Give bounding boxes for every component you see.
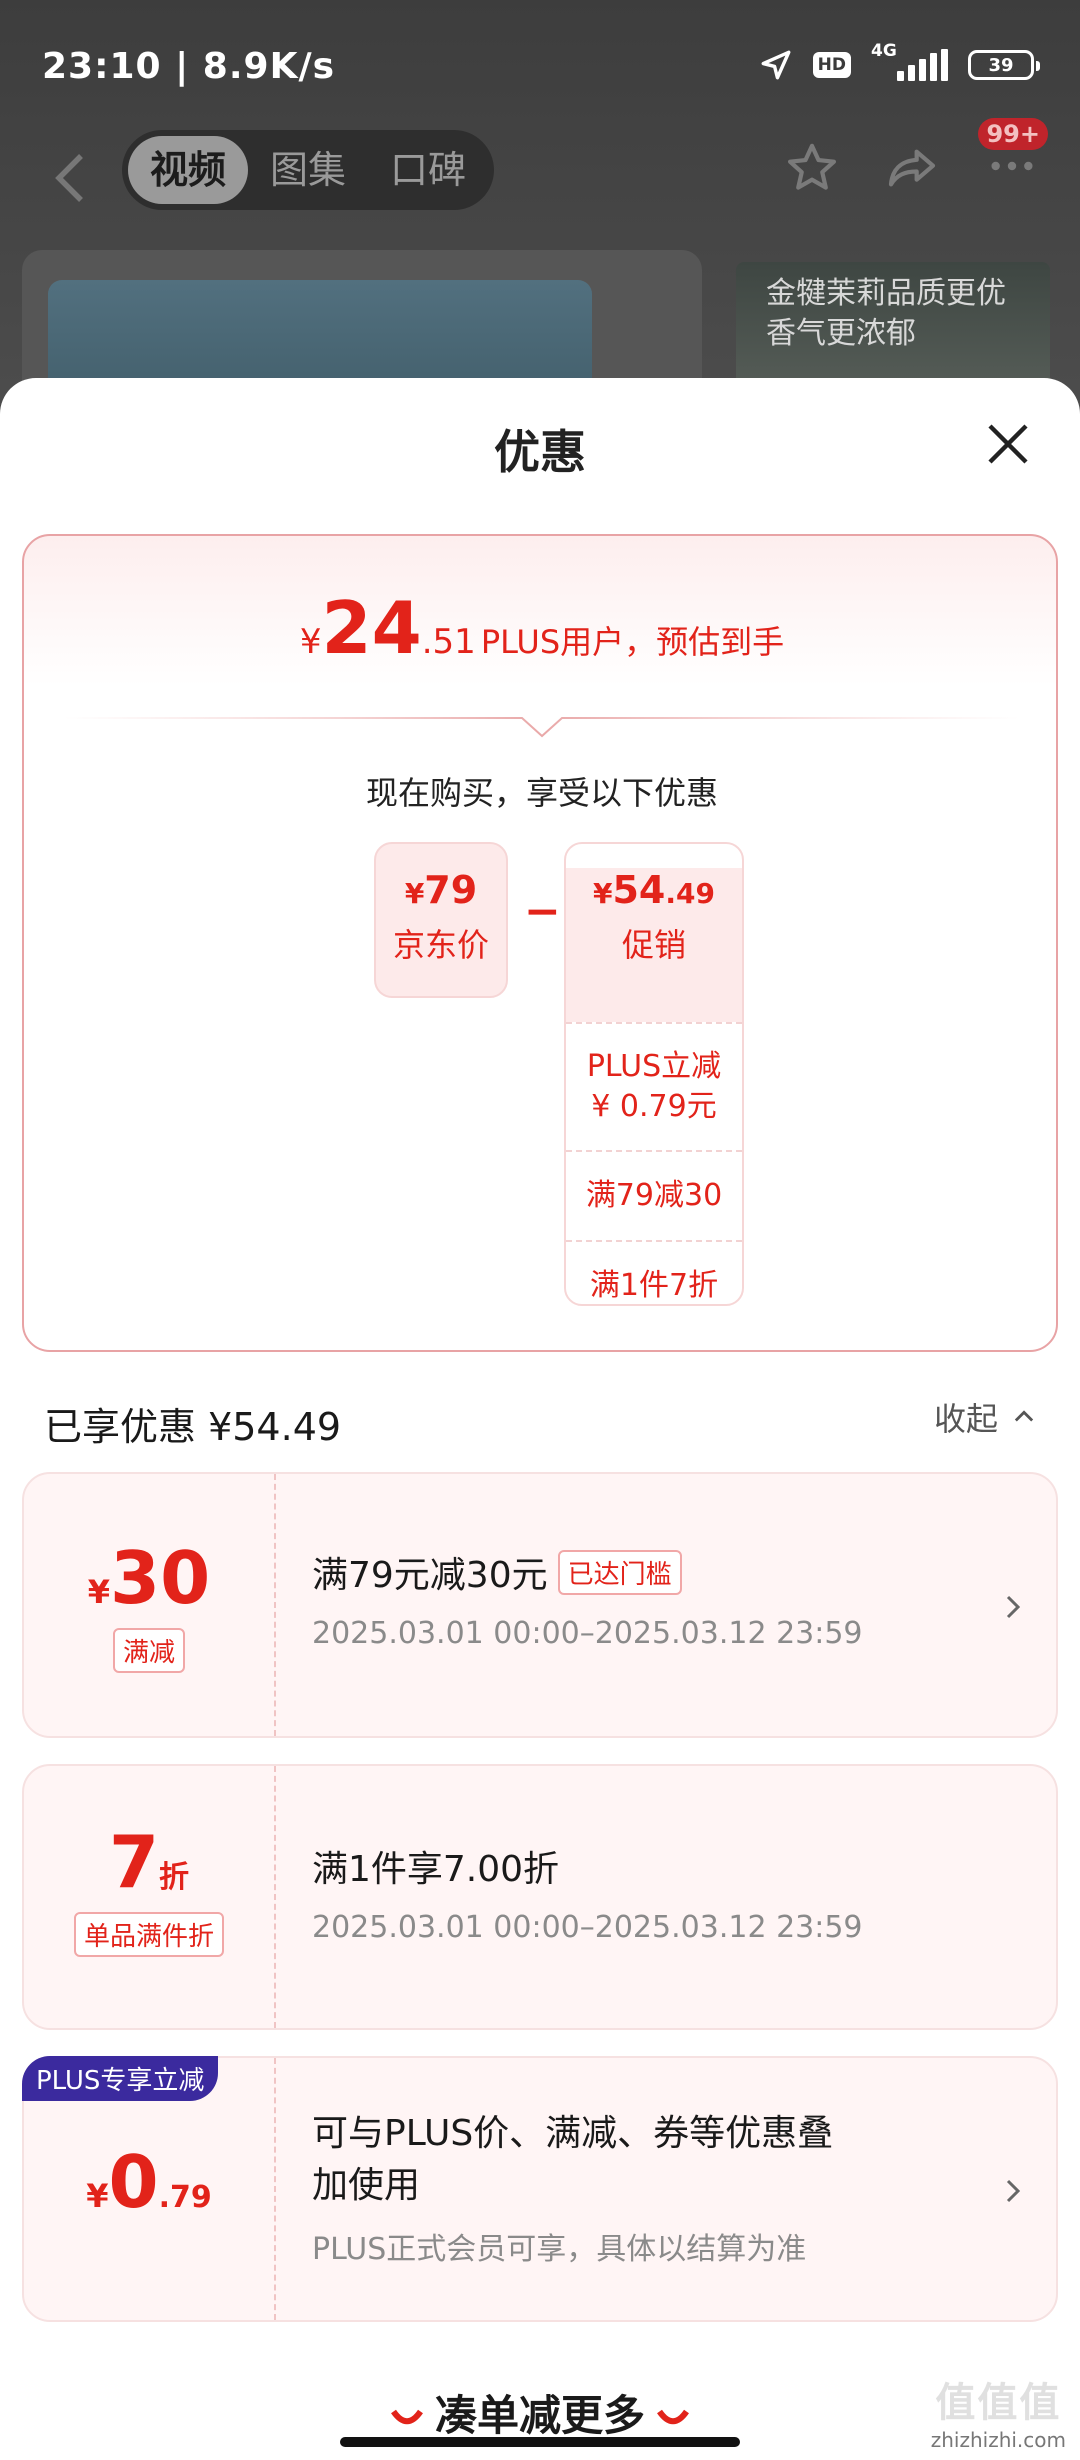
chevron-up-icon [1014, 1410, 1034, 1422]
chevron-right-icon [1006, 1595, 1021, 1619]
chevron-down-icon [657, 2409, 689, 2424]
coupon-title: 满79元减30元 [312, 1555, 548, 1596]
coupon-amount: 0 [108, 2140, 159, 2224]
price-integer: 24 [321, 586, 422, 670]
promo-item-plus: PLUS立减 ¥ 0.79元 [566, 1022, 742, 1150]
status-bar: 23:10 | 8.9K/s HD 4G 39 [0, 0, 1080, 130]
currency-symbol: ¥ [299, 622, 322, 662]
watermark-site: zhizhizhi.com [930, 2428, 1066, 2452]
promo-amount-decimal: .49 [665, 877, 715, 910]
coupon-body: 满79元减30元 已达门槛 2025.03.01 00:00–2025.03.12… [312, 1474, 996, 1651]
coupon-body: 可与PLUS价、满减、券等优惠叠 加使用 PLUS正式会员可享，具体以结算为准 [312, 2058, 996, 2268]
status-time: 23:10 | 8.9K/s [42, 46, 336, 87]
network-label: 4G [871, 41, 897, 61]
currency-symbol: ¥ [404, 877, 425, 910]
coupon-date: 2025.03.01 00:00–2025.03.12 23:59 [312, 1910, 863, 1945]
star-icon[interactable] [784, 140, 840, 196]
share-icon[interactable] [884, 140, 940, 196]
chevron-down-icon [391, 2409, 423, 2424]
enjoyed-discount-label: 已享优惠 ¥54.49 [44, 1405, 342, 1449]
divider-notch [64, 717, 1020, 738]
status-icons: HD 4G 39 [759, 41, 1040, 82]
location-icon [761, 50, 791, 80]
coupon-amount: 7 [108, 1820, 160, 1904]
ad-line-2: 香气更浓郁 [766, 316, 916, 351]
jd-price-chip: ¥79 京东价 [374, 842, 508, 998]
coupon-date: 2025.03.01 00:00–2025.03.12 23:59 [312, 1616, 863, 1651]
tab-gallery[interactable]: 图集 [248, 136, 368, 204]
estimated-price: ¥24.51 PLUS用户，预估到手 [24, 586, 1060, 670]
coupon-value: ¥0.79 [24, 2058, 276, 2320]
buy-now-label: 现在购买，享受以下优惠 [365, 774, 718, 812]
coupon-suffix: 折 [159, 1860, 190, 1895]
jd-price-amount: 79 [424, 868, 478, 912]
currency-symbol: ¥ [87, 1573, 111, 1611]
promo-item-full-reduction: 满79减30 [566, 1150, 742, 1240]
coupon-amount: 30 [110, 1536, 211, 1620]
coupon-note: PLUS正式会员可享，具体以结算为准 [312, 2232, 807, 2267]
discount-sheet: 优惠 ¥24.51 PLUS用户，预估到手 现在购买，享受以下优惠 ¥79 京东… [0, 378, 1080, 2460]
promo-label: 促销 [621, 926, 686, 964]
coupon-suffix: .79 [158, 2180, 212, 2215]
coupon-title: 满1件享7.00折 [312, 1849, 560, 1890]
minus-sign: − [524, 886, 561, 937]
coupon-body: 满1件享7.00折 2025.03.01 00:00–2025.03.12 23… [312, 1766, 996, 1945]
more-discounts-link[interactable]: 凑单减更多 [0, 2382, 1080, 2442]
coupon-value: ¥30 满减 [24, 1474, 276, 1736]
notification-badge: 99+ [978, 118, 1048, 150]
coupon-tag: 满减 [112, 1628, 185, 1673]
promo-amount: 54 [612, 868, 666, 912]
signal-icon: 4G [871, 41, 948, 81]
collapse-label: 收起 [933, 1400, 998, 1438]
close-icon[interactable] [984, 420, 1032, 468]
battery-icon: 39 [968, 50, 1040, 80]
hd-icon: HD [812, 52, 851, 78]
chevron-right-icon [1006, 2179, 1021, 2203]
promo-item-discount: 满1件7折 [566, 1240, 742, 1304]
chevron-left-icon[interactable] [48, 148, 92, 208]
coupon-title-line-1: 可与PLUS价、满减、券等优惠叠 [312, 2113, 834, 2154]
currency-symbol: ¥ [86, 2177, 109, 2215]
nav-actions: 99+ [784, 118, 1048, 198]
coupon-value: 7折 单品满件折 [24, 1766, 276, 2028]
collapse-button[interactable]: 收起 [934, 1394, 1038, 1440]
site-watermark: 值值值 zhizhizhi.com [931, 2370, 1066, 2452]
media-tabs: 视频 图集 口碑 [122, 130, 494, 210]
ad-line-1: 金犍茉莉品质更优 [766, 276, 1006, 311]
more-button[interactable]: 99+ [978, 118, 1048, 198]
promo-chip: ¥54.49 促销 PLUS立减 ¥ 0.79元 满79减30 满1件7折 [564, 842, 744, 1306]
currency-symbol: ¥ [593, 877, 613, 910]
estimate-label: PLUS用户，预估到手 [480, 623, 785, 661]
nav-bar: 视频 图集 口碑 99+ [0, 118, 1080, 240]
jd-price-label: 京东价 [392, 926, 489, 964]
tab-reviews[interactable]: 口碑 [368, 136, 488, 204]
coupon-title-line-2: 加使用 [312, 2165, 421, 2206]
coupon-card-piece-discount[interactable]: 7折 单品满件折 满1件享7.00折 2025.03.01 00:00–2025… [22, 1764, 1058, 2030]
more-discounts-label: 凑单减更多 [434, 2391, 645, 2440]
coupon-tag: 单品满件折 [73, 1912, 224, 1957]
tab-video[interactable]: 视频 [128, 136, 248, 204]
coupon-card-full-reduction[interactable]: ¥30 满减 满79元减30元 已达门槛 2025.03.01 00:00–202… [22, 1472, 1058, 1738]
price-decimal: .51 [421, 622, 476, 662]
coupon-card-plus[interactable]: PLUS专享立减 ¥0.79 可与PLUS价、满减、券等优惠叠 加使用 PLUS… [22, 2056, 1058, 2322]
estimate-panel: ¥24.51 PLUS用户，预估到手 现在购买，享受以下优惠 ¥79 京东价 −… [22, 534, 1058, 1352]
watermark-mark: 值值值 [935, 2380, 1062, 2426]
battery-level: 39 [988, 54, 1014, 76]
home-indicator[interactable] [340, 2437, 740, 2447]
sheet-title: 优惠 [494, 425, 586, 479]
threshold-reached-badge: 已达门槛 [557, 1549, 682, 1595]
